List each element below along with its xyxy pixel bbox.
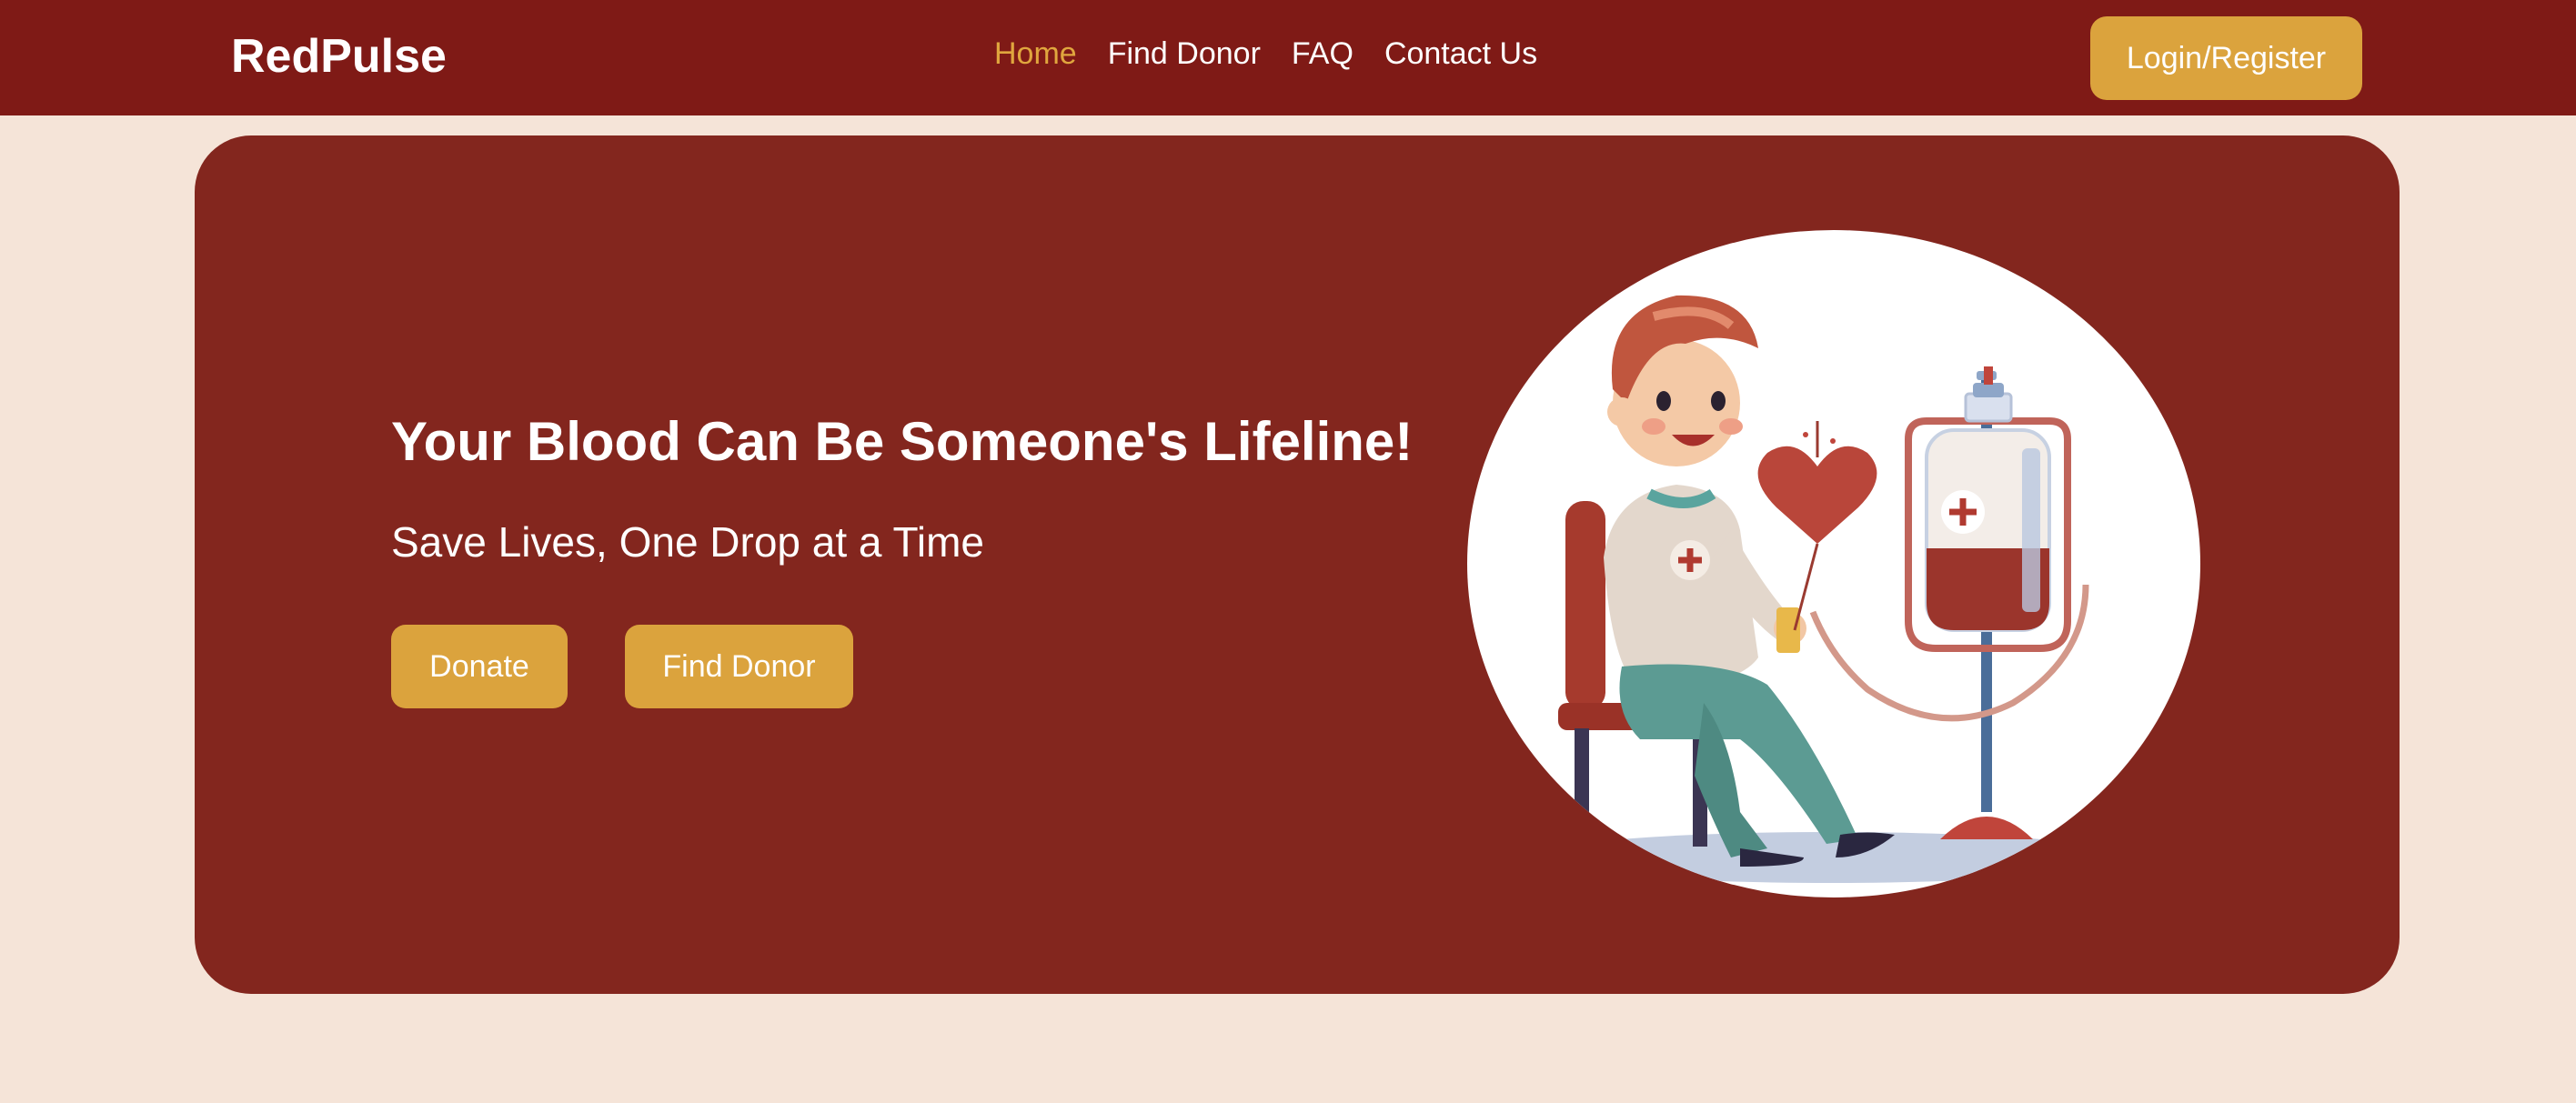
brand-logo[interactable]: RedPulse: [231, 29, 447, 84]
nav-link-find-donor[interactable]: Find Donor: [1108, 36, 1261, 72]
hero-title: Your Blood Can Be Someone's Lifeline!: [391, 411, 1414, 472]
nav-links: Home Find Donor FAQ Contact Us: [994, 36, 1537, 72]
donate-button[interactable]: Donate: [391, 625, 568, 708]
nav-link-faq[interactable]: FAQ: [1292, 36, 1353, 72]
blood-donor-illustration: [1467, 230, 2200, 897]
donor-boy: [1604, 295, 1895, 867]
hero-banner: Your Blood Can Be Someone's Lifeline! Sa…: [195, 135, 2400, 994]
find-donor-button[interactable]: Find Donor: [625, 625, 853, 708]
login-register-button[interactable]: Login/Register: [2090, 16, 2362, 100]
nav-link-home[interactable]: Home: [994, 36, 1077, 72]
heart-icon: [1757, 421, 1877, 631]
navbar: RedPulse Home Find Donor FAQ Contact Us …: [0, 0, 2576, 115]
blood-bag-icon: [1809, 366, 2089, 839]
nav-link-contact-us[interactable]: Contact Us: [1384, 36, 1537, 72]
hero-subtitle: Save Lives, One Drop at a Time: [391, 518, 984, 566]
